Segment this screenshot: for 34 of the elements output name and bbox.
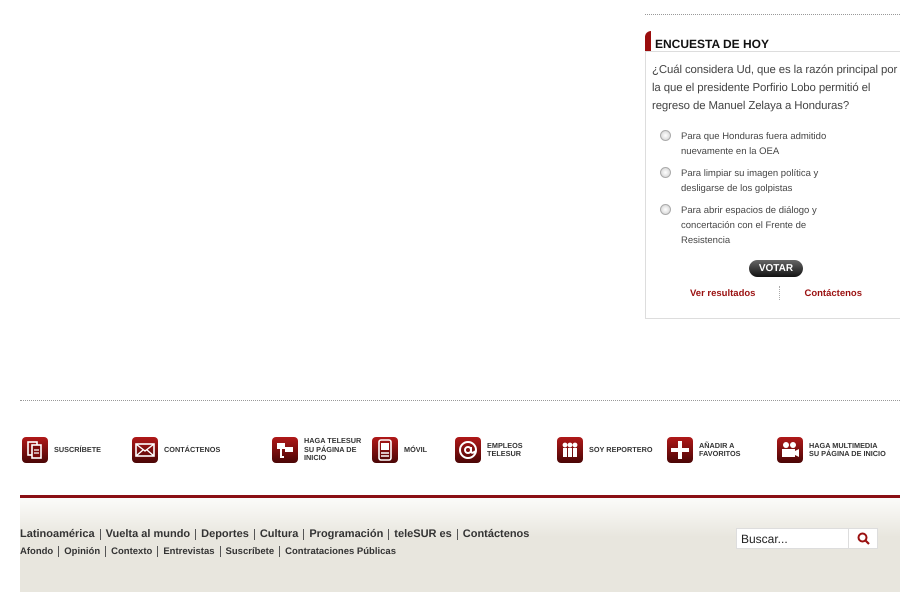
option-label: Para abrir espacios de diálogo y concertación con el Frente de Resistencia (681, 204, 818, 248)
radio-button[interactable] (660, 204, 671, 215)
envelope-icon[interactable] (132, 437, 158, 463)
vote-button[interactable]: VOTAR (748, 260, 804, 277)
people-icon[interactable] (557, 437, 583, 463)
search-button[interactable] (848, 528, 878, 549)
nav-link[interactable]: Vuelta al mundo (106, 528, 190, 540)
nav-link[interactable]: Programación (309, 528, 384, 540)
camera-icon[interactable] (777, 437, 803, 463)
radio-button[interactable] (660, 130, 671, 141)
search-icon (856, 532, 870, 545)
search-field[interactable]: Buscar... (736, 528, 848, 549)
nav-link[interactable]: Suscríbete (226, 546, 274, 557)
at-icon[interactable] (455, 437, 481, 463)
poll-question: ¿Cuál considera Ud, que es la razón principal por la que el presidente Porfirio Lobo permitió el regreso de Manuel Zelaya a Honduras? (652, 63, 898, 114)
nav-link[interactable]: Opinión (64, 546, 100, 557)
nav-link[interactable]: Contáctenos (462, 528, 530, 540)
poll-link[interactable]: Ver resultados (690, 288, 756, 298)
nav-link[interactable]: teleSUR es (394, 528, 452, 540)
option-label: Para limpiar su imagen política y desligarse de los golpistas (681, 167, 820, 196)
plus-icon[interactable] (667, 437, 693, 463)
nav-link[interactable]: Afondo (20, 546, 54, 557)
radio-button[interactable] (660, 167, 671, 178)
poll-link[interactable]: Contáctenos (804, 288, 862, 298)
poll-title: ENCUESTA DE HOY (655, 37, 770, 51)
option-label: Para que Honduras fuera admitido nuevamente en la OEA (681, 130, 828, 159)
nav-link[interactable]: Latinoamérica (20, 528, 95, 540)
nav-link[interactable]: Contexto (111, 546, 152, 557)
phone-icon[interactable] (372, 437, 398, 463)
nav-link[interactable]: Contrataciones Públicas (285, 546, 396, 557)
clipboard-icon[interactable] (22, 437, 48, 463)
nav-link[interactable]: Entrevistas (163, 546, 215, 557)
nav-link[interactable]: Cultura (260, 528, 298, 540)
nav-link[interactable]: Deportes (201, 528, 249, 540)
